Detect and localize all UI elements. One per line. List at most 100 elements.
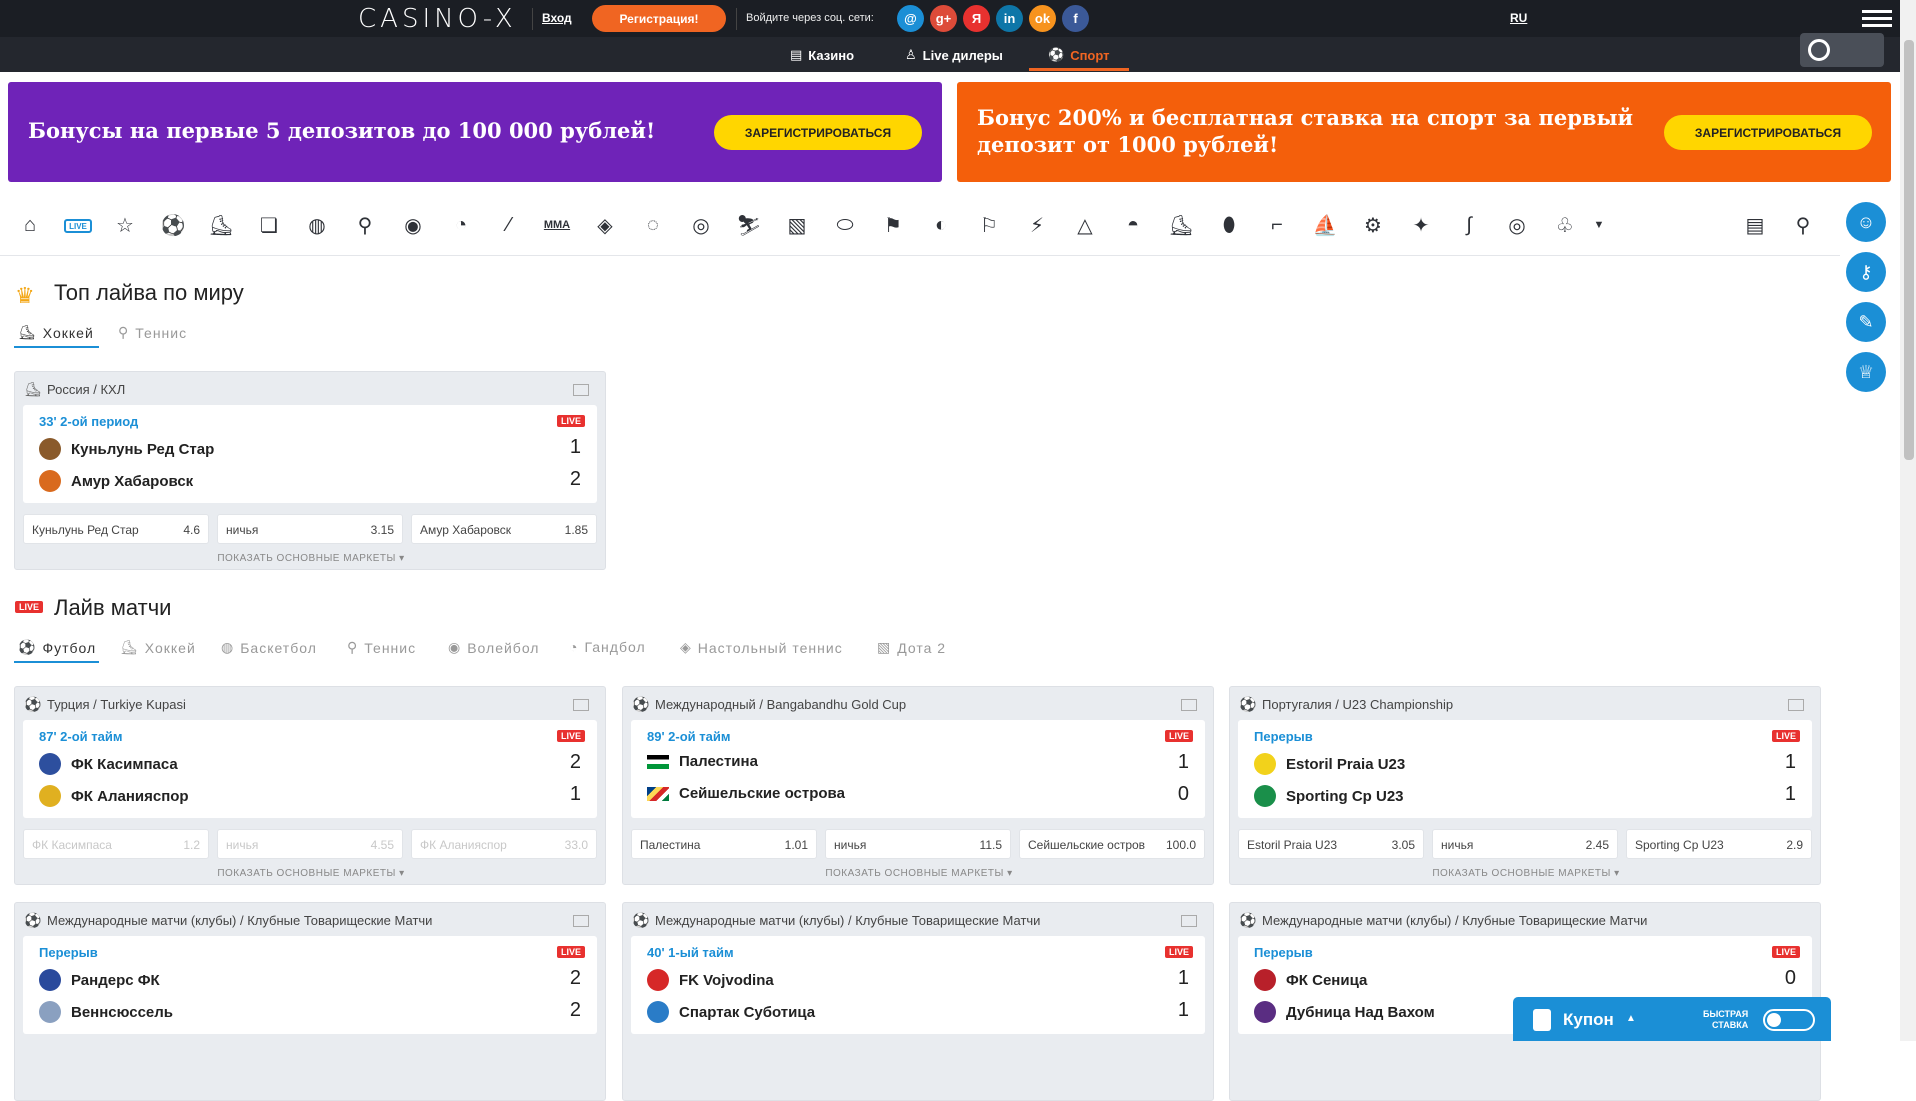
cycling-icon[interactable]: ⚙: [1360, 212, 1386, 238]
trophy-icon[interactable]: ♕: [1846, 352, 1886, 392]
tennis-icon[interactable]: ⚲: [352, 212, 378, 238]
multi-icon[interactable]: ❏: [256, 212, 282, 238]
match-info[interactable]: 33' 2-ой период LIVE Куньлунь Ред Стар 1…: [23, 405, 597, 503]
odd-draw[interactable]: ничья 4.55: [217, 829, 403, 859]
rugby-icon[interactable]: ⬭: [832, 212, 858, 238]
boxing-icon[interactable]: ◌: [640, 212, 666, 238]
hockey-icon[interactable]: ⛸: [208, 212, 234, 238]
live-icon[interactable]: LIVE: [64, 219, 92, 233]
tab-hockey[interactable]: ⛸ Хоккей: [120, 639, 196, 656]
odd-home[interactable]: Куньлунь Ред Стар 4.6: [23, 514, 209, 544]
american-football-icon[interactable]: ⬮: [1216, 212, 1242, 238]
search-icon[interactable]: ⚲: [1790, 212, 1816, 238]
banner-register-button[interactable]: ЗАРЕГИСТРИРОВАТЬСЯ: [1664, 115, 1872, 150]
show-markets-link[interactable]: ПОКАЗАТЬ ОСНОВНЫЕ МАРКЕТЫ ▾: [15, 868, 607, 879]
basketball-icon[interactable]: ◍: [304, 212, 330, 238]
nav-casino[interactable]: ▤ Казино: [790, 47, 854, 63]
match-info[interactable]: Перерыв LIVE Рандерс ФК 2 Веннсюссель 2: [23, 936, 597, 1034]
stats-icon[interactable]: [1181, 915, 1197, 927]
mma-icon[interactable]: MMA: [544, 212, 570, 238]
banner-sport-bonus[interactable]: Бонус 200% и бесплатная ставка на спорт …: [957, 82, 1891, 182]
coupon-panel[interactable]: Купон ▲ БЫСТРАЯ СТАВКА: [1513, 997, 1831, 1041]
stats-icon[interactable]: [1788, 699, 1804, 711]
mailru-icon[interactable]: @: [897, 5, 924, 32]
skating-icon[interactable]: ⛸: [1168, 212, 1194, 238]
stats-icon[interactable]: [573, 915, 589, 927]
show-markets-link[interactable]: ПОКАЗАТЬ ОСНОВНЫЕ МАРКЕТЫ ▾: [623, 868, 1215, 879]
billiards-icon[interactable]: △: [1072, 212, 1098, 238]
more-sports-icon[interactable]: ♧: [1552, 212, 1578, 238]
key-icon[interactable]: ⚷: [1846, 252, 1886, 292]
tab-table-tennis[interactable]: ◈ Настольный теннис: [680, 639, 843, 656]
sailing-icon[interactable]: ⛵: [1312, 212, 1338, 238]
results-icon[interactable]: ▤: [1742, 212, 1768, 238]
badminton-icon[interactable]: ⚡: [1024, 212, 1050, 238]
logo[interactable]: CASINO-X: [358, 4, 517, 34]
odd-away[interactable]: ФК Аланияспор 33.0: [411, 829, 597, 859]
volleyball-icon[interactable]: ◉: [400, 212, 426, 238]
profile-icon[interactable]: ☺: [1846, 202, 1886, 242]
odnoklassniki-icon[interactable]: ok: [1029, 5, 1056, 32]
tab-tennis[interactable]: ⚲ Теннис: [347, 639, 416, 656]
stats-icon[interactable]: [1181, 699, 1197, 711]
table-tennis-icon[interactable]: ◈: [592, 212, 618, 238]
racing-flag-icon[interactable]: ⚑: [880, 212, 906, 238]
match-info[interactable]: 40' 1-ый тайм LIVE FK Vojvodina 1 Спарта…: [631, 936, 1205, 1034]
odd-draw[interactable]: ничья 2.45: [1432, 829, 1618, 859]
chevron-down-icon[interactable]: ▼: [1586, 212, 1612, 238]
fast-bet-toggle[interactable]: [1763, 1009, 1815, 1031]
odd-away[interactable]: Sporting Cp U23 2.9: [1626, 829, 1812, 859]
waterpolo-icon[interactable]: ◐: [928, 212, 954, 238]
show-markets-link[interactable]: ПОКАЗАТЬ ОСНОВНЫЕ МАРКЕТЫ ▾: [15, 553, 607, 564]
google-icon[interactable]: g+: [930, 5, 957, 32]
odd-home[interactable]: Палестина 1.01: [631, 829, 817, 859]
tab-football[interactable]: ⚽ Футбол: [18, 639, 96, 656]
football-icon[interactable]: ⚽: [160, 212, 186, 238]
dota-icon[interactable]: ▧: [784, 212, 810, 238]
banner-deposit-bonus[interactable]: Бонусы на первые 5 депозитов до 100 000 …: [8, 82, 942, 182]
stats-icon[interactable]: [573, 384, 589, 396]
tab-handball[interactable]: ◔ Гандбол: [569, 639, 646, 655]
banner-register-button[interactable]: ЗАРЕГИСТРИРОВАТЬСЯ: [714, 115, 922, 150]
odd-draw[interactable]: ничья 3.15: [217, 514, 403, 544]
linkedin-icon[interactable]: in: [996, 5, 1023, 32]
scrollbar-thumb[interactable]: [1904, 40, 1914, 460]
tab-dota2[interactable]: ▧ Дота 2: [877, 639, 946, 656]
odd-away[interactable]: Сейшельские остров 100.0: [1019, 829, 1205, 859]
odd-away[interactable]: Амур Хабаровск 1.85: [411, 514, 597, 544]
bandy-icon[interactable]: ∫: [1456, 212, 1482, 238]
odd-home[interactable]: ФК Касимпаса 1.2: [23, 829, 209, 859]
yandex-icon[interactable]: Я: [963, 5, 990, 32]
odd-home[interactable]: Estoril Praia U23 3.05: [1238, 829, 1424, 859]
nav-live-dealers[interactable]: ♙ Live дилеры: [905, 47, 1003, 63]
match-info[interactable]: 89' 2-ой тайм LIVE Палестина 1 Сейшельск…: [631, 720, 1205, 818]
odd-draw[interactable]: ничья 11.5: [825, 829, 1011, 859]
login-link[interactable]: Вход: [542, 11, 572, 25]
home-icon[interactable]: ⌂: [17, 212, 43, 238]
facebook-icon[interactable]: f: [1062, 5, 1089, 32]
language-selector[interactable]: RU: [1510, 11, 1527, 25]
star-icon[interactable]: ☆: [112, 212, 138, 238]
golf-icon[interactable]: ◎: [688, 212, 714, 238]
chat-widget[interactable]: [1800, 33, 1884, 67]
ski-icon[interactable]: ⛷: [736, 212, 762, 238]
ticket-icon[interactable]: ✎: [1846, 302, 1886, 342]
register-button[interactable]: Регистрация!: [592, 5, 726, 32]
helmet-icon[interactable]: ◓: [1120, 212, 1146, 238]
tab-volleyball[interactable]: ◉ Волейбол: [448, 639, 539, 656]
handball-icon[interactable]: ◔: [448, 212, 474, 238]
shuttlecock-icon[interactable]: ✦: [1408, 212, 1434, 238]
cricket-icon[interactable]: ⁄: [496, 212, 522, 238]
tab-tennis[interactable]: ⚲ Теннис: [118, 324, 187, 341]
match-info[interactable]: 87' 2-ой тайм LIVE ФК Касимпаса 2 ФК Ала…: [23, 720, 597, 818]
tab-hockey[interactable]: ⛸ Хоккей: [18, 324, 94, 341]
menu-icon[interactable]: [1862, 10, 1892, 28]
field-hockey-icon[interactable]: ⌐: [1264, 212, 1290, 238]
athletics-icon[interactable]: ⚐: [976, 212, 1002, 238]
stats-icon[interactable]: [573, 699, 589, 711]
match-info[interactable]: Перерыв LIVE Estoril Praia U23 1 Sportin…: [1238, 720, 1812, 818]
darts-icon[interactable]: ◎: [1504, 212, 1530, 238]
show-markets-link[interactable]: ПОКАЗАТЬ ОСНОВНЫЕ МАРКЕТЫ ▾: [1230, 868, 1822, 879]
nav-sport[interactable]: ⚽ Спорт: [1048, 47, 1110, 63]
tab-basketball[interactable]: ◍ Баскетбол: [221, 639, 317, 656]
